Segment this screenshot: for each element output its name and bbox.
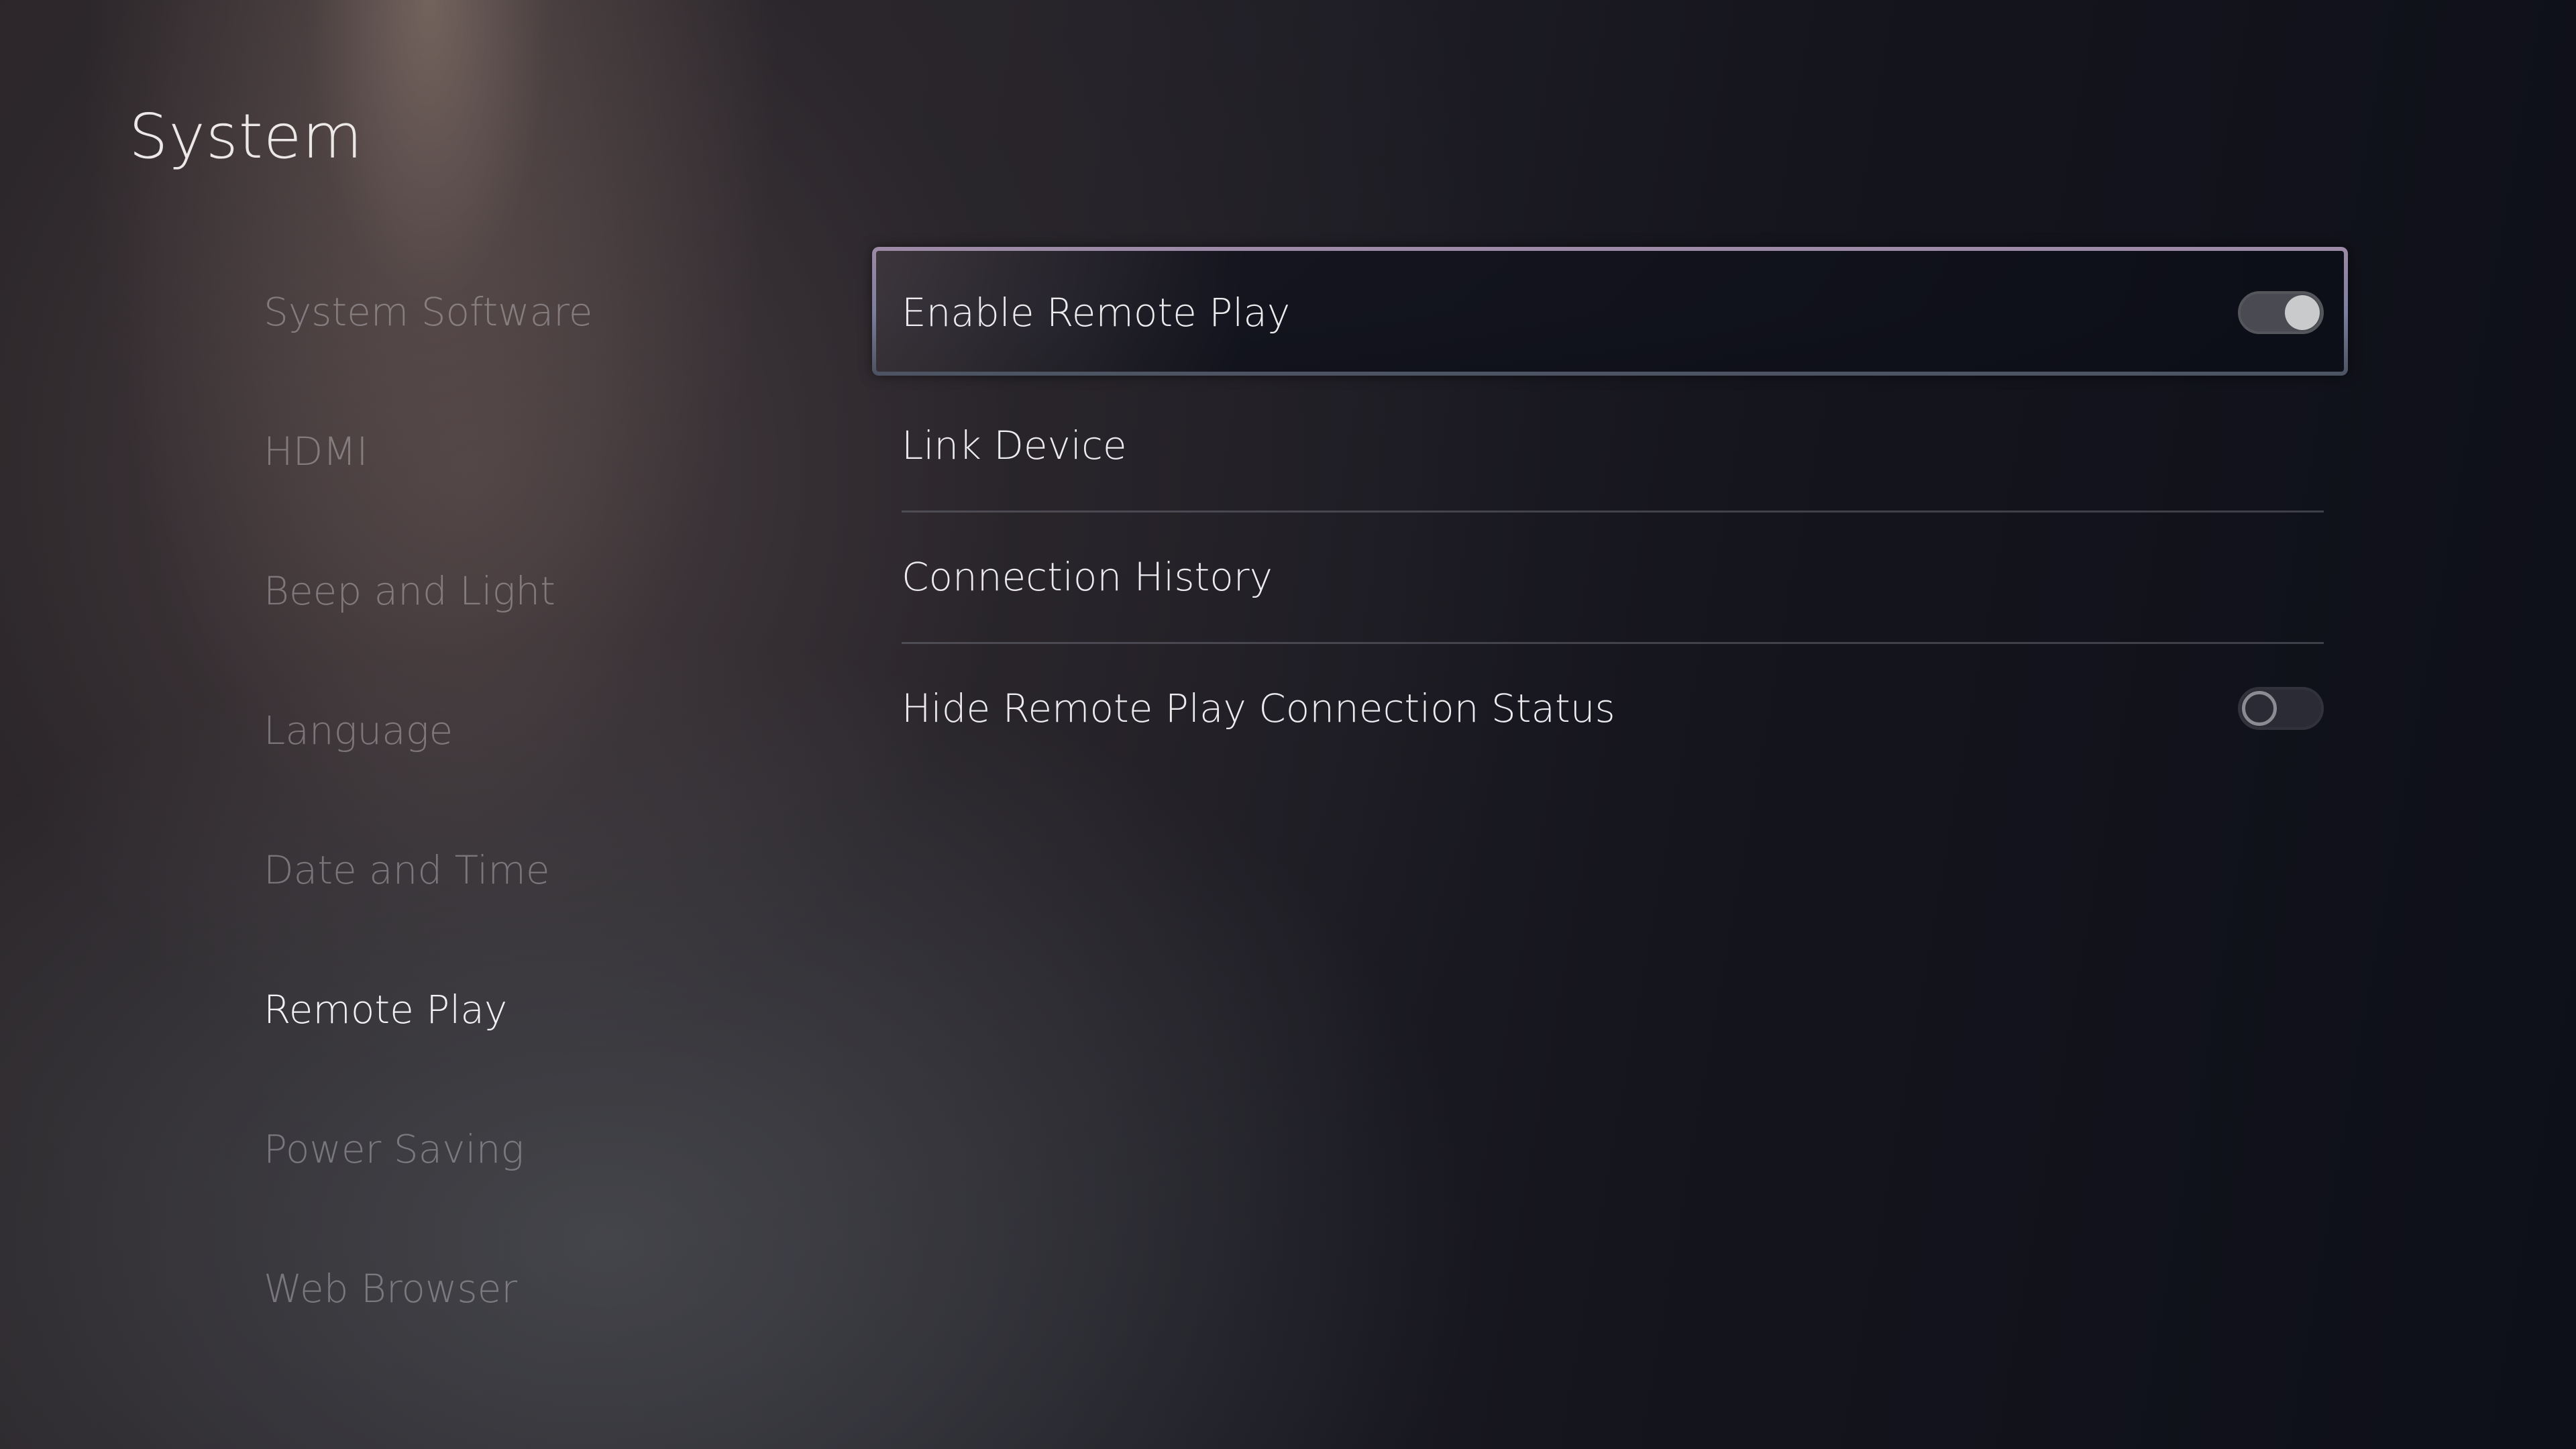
setting-label: Connection History <box>902 554 1273 600</box>
sidebar-item-language[interactable]: Language <box>264 708 453 753</box>
sidebar-item-hdmi[interactable]: HDMI <box>264 429 368 474</box>
sidebar-item-remote-play[interactable]: Remote Play <box>264 987 507 1032</box>
setting-label: Link Device <box>902 423 1127 468</box>
sidebar-item-date-and-time[interactable]: Date and Time <box>264 847 550 893</box>
setting-label: Enable Remote Play <box>902 290 1291 335</box>
setting-hide-connection-status[interactable]: Hide Remote Play Connection Status <box>902 643 2324 774</box>
setting-enable-remote-play[interactable]: Enable Remote Play <box>902 247 2324 378</box>
setting-label: Hide Remote Play Connection Status <box>902 686 1615 731</box>
toggle-knob <box>2242 691 2277 726</box>
setting-connection-history[interactable]: Connection History <box>902 511 2324 643</box>
toggle-knob <box>2285 295 2320 330</box>
page-title: System <box>129 101 364 172</box>
sidebar-item-web-browser[interactable]: Web Browser <box>264 1266 517 1311</box>
sidebar-item-beep-and-light[interactable]: Beep and Light <box>264 568 555 614</box>
sidebar-item-system-software[interactable]: System Software <box>264 289 592 335</box>
sidebar-item-power-saving[interactable]: Power Saving <box>264 1126 524 1172</box>
setting-link-device[interactable]: Link Device <box>902 380 2324 511</box>
enable-remote-play-toggle[interactable] <box>2238 291 2324 334</box>
hide-connection-status-toggle[interactable] <box>2238 687 2324 730</box>
